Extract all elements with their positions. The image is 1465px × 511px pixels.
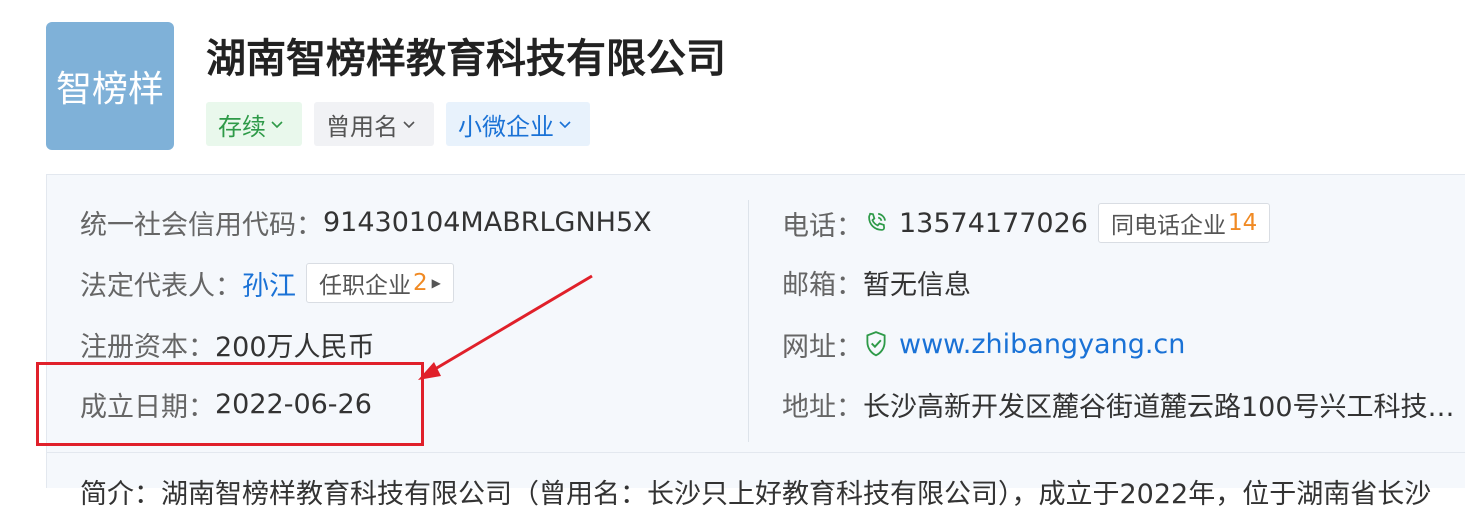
annotation-arrow [418, 274, 593, 380]
